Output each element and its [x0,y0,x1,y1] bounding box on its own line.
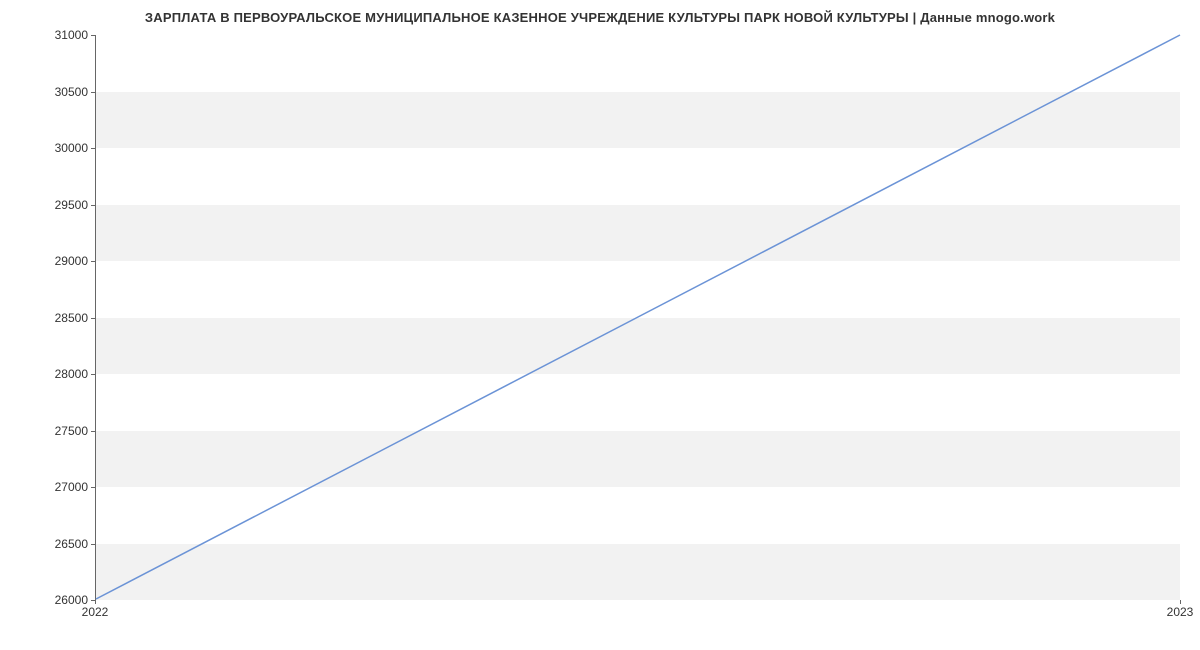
y-tick-label: 26500 [8,537,88,551]
y-tick-label: 29000 [8,254,88,268]
y-tick-label: 28500 [8,311,88,325]
y-tick-mark [91,148,95,149]
y-tick-mark [91,487,95,488]
y-tick-mark [91,35,95,36]
y-tick-mark [91,374,95,375]
y-tick-label: 27500 [8,424,88,438]
y-tick-mark [91,544,95,545]
y-tick-mark [91,92,95,93]
y-tick-label: 30000 [8,141,88,155]
y-tick-label: 31000 [8,28,88,42]
x-tick-label: 2023 [1167,605,1194,619]
plot-area [95,35,1180,600]
y-tick-mark [91,205,95,206]
y-tick-label: 28000 [8,367,88,381]
y-tick-label: 27000 [8,480,88,494]
line-series [96,35,1180,599]
y-tick-mark [91,261,95,262]
x-tick-label: 2022 [82,605,109,619]
y-tick-mark [91,431,95,432]
y-tick-label: 29500 [8,198,88,212]
x-tick-mark [95,600,96,604]
series-line [96,35,1180,599]
y-tick-label: 26000 [8,593,88,607]
y-tick-label: 30500 [8,85,88,99]
chart-container: ЗАРПЛАТА В ПЕРВОУРАЛЬСКОЕ МУНИЦИПАЛЬНОЕ … [0,0,1200,650]
chart-title: ЗАРПЛАТА В ПЕРВОУРАЛЬСКОЕ МУНИЦИПАЛЬНОЕ … [0,10,1200,25]
y-tick-mark [91,318,95,319]
x-tick-mark [1180,600,1181,604]
